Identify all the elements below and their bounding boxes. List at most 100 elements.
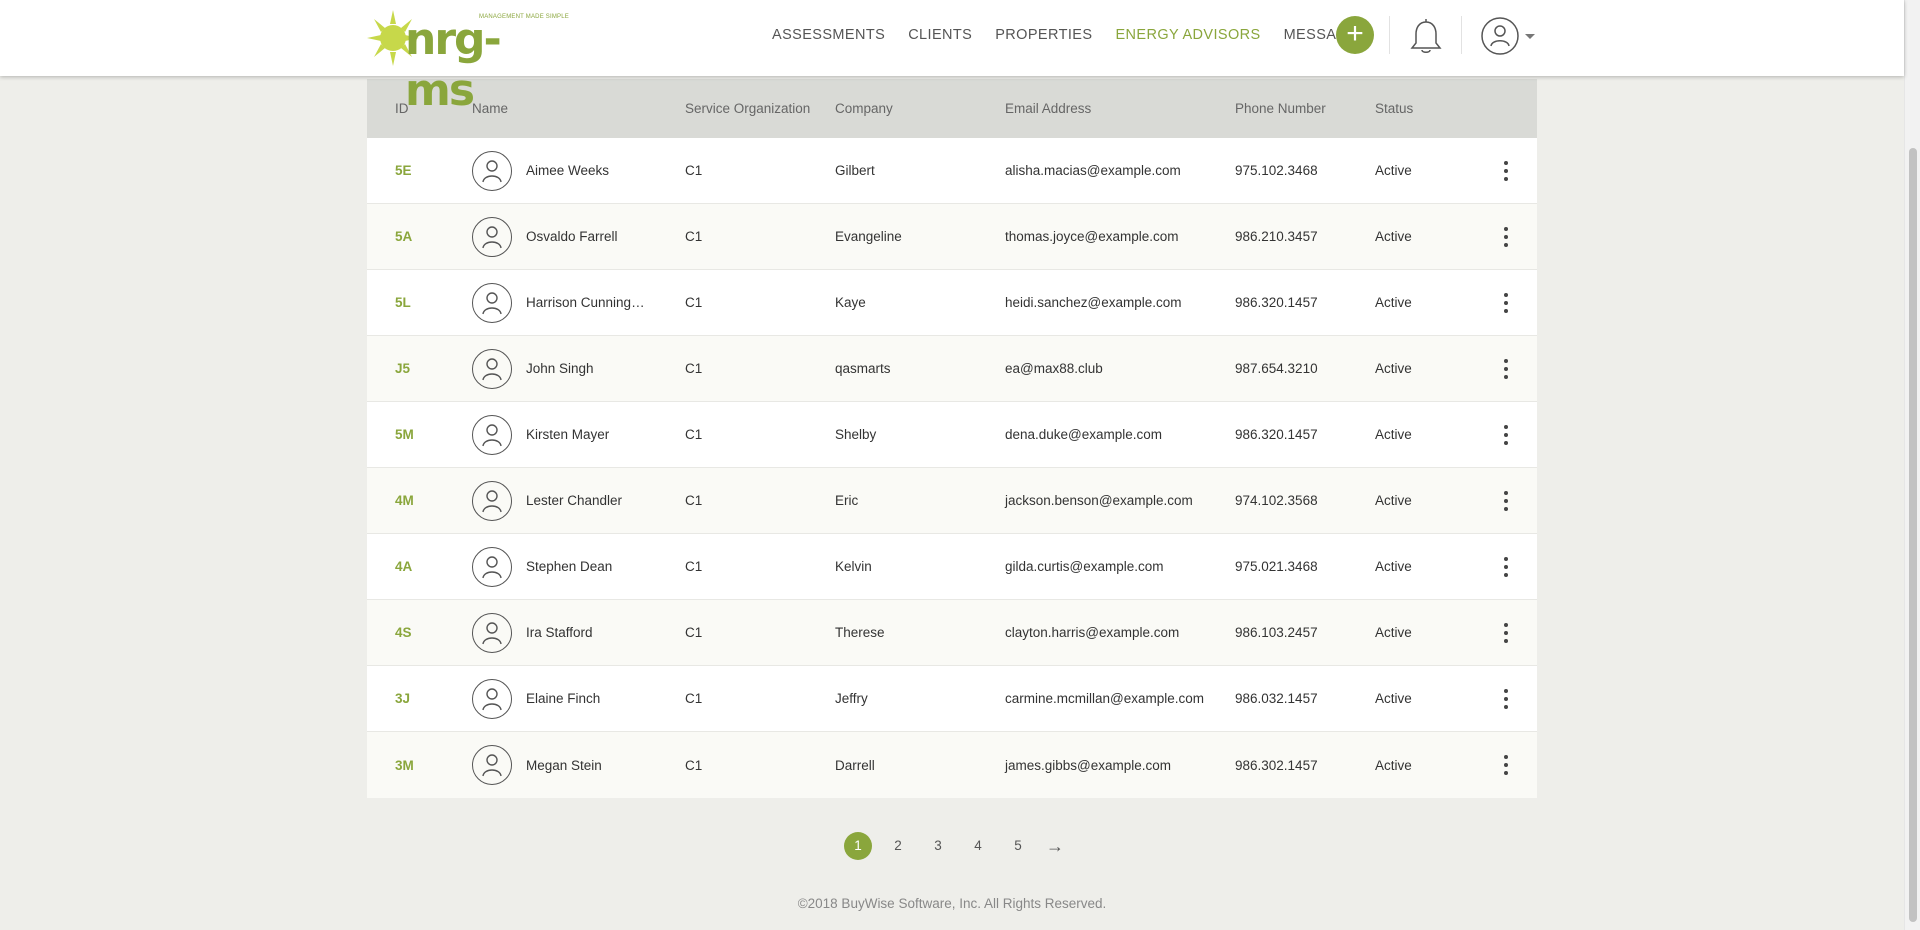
email-cell: heidi.sanchez@example.com [1005, 295, 1182, 310]
advisor-id-link[interactable]: J5 [395, 361, 410, 376]
more-options-icon[interactable] [1496, 423, 1516, 447]
nrg-ms-logo[interactable]: nrg-ms MANAGEMENT MADE SIMPLE [367, 8, 569, 116]
advisor-name: Megan Stein [526, 757, 602, 773]
user-avatar-icon [472, 678, 512, 719]
status-cell: Active [1375, 361, 1412, 376]
user-avatar-icon [472, 216, 512, 257]
company-cell: Gilbert [835, 163, 875, 178]
top-header: nrg-ms MANAGEMENT MADE SIMPLE ASSESSMENT… [0, 0, 1904, 116]
nav-clients[interactable]: CLIENTS [908, 27, 972, 43]
phone-cell: 986.103.2457 [1235, 625, 1318, 640]
advisor-name-cell: Lester Chandler [472, 480, 685, 521]
more-options-icon[interactable] [1496, 225, 1516, 249]
table-row[interactable]: 5E Aimee Weeks C1 Gilbert alisha.macias@exam… [367, 138, 1537, 204]
nav-properties[interactable]: PROPERTIES [995, 27, 1092, 43]
table-row[interactable]: J5 John Singh C1 qasmarts ea@max88.club 987.6… [367, 336, 1537, 402]
advisor-id-link[interactable]: 3J [395, 691, 410, 706]
more-options-icon[interactable] [1496, 159, 1516, 183]
advisor-name: Osvaldo Farrell [526, 229, 618, 244]
table-row[interactable]: 5M Kirsten Mayer C1 Shelby dena.duke@example… [367, 402, 1537, 468]
table-row[interactable]: 4S Ira Stafford C1 Therese clayton.harris@ex… [367, 600, 1537, 666]
email-cell: gilda.curtis@example.com [1005, 559, 1164, 574]
advisor-id-link[interactable]: 4S [395, 625, 412, 640]
email-cell: dena.duke@example.com [1005, 427, 1163, 442]
pagination: 1 2 3 4 5 → [844, 832, 1064, 860]
user-avatar-icon [472, 480, 512, 521]
table-row[interactable]: 3J Elaine Finch C1 Jeffry carmine.mcmillan@e… [367, 666, 1537, 732]
nav-assessments[interactable]: ASSESSMENTS [772, 27, 885, 43]
scrollbar-thumb[interactable] [1909, 148, 1917, 922]
column-header-status[interactable]: Status [1375, 101, 1475, 116]
advisor-id-link[interactable]: 5A [395, 229, 412, 244]
nav-energy-advisors[interactable]: ENERGY ADVISORS [1115, 27, 1260, 43]
notifications-bell-icon[interactable] [1407, 17, 1445, 57]
vertical-scrollbar[interactable] [1904, 0, 1920, 930]
column-header-phone[interactable]: Phone Number [1235, 101, 1375, 116]
user-avatar-icon [472, 612, 512, 653]
user-avatar-icon [472, 546, 512, 587]
page-5-button[interactable]: 5 [1004, 832, 1032, 860]
advisor-id-link[interactable]: 5L [395, 295, 411, 310]
more-options-icon[interactable] [1496, 687, 1516, 711]
status-cell: Active [1375, 691, 1412, 706]
table-row[interactable]: 5A Osvaldo Farrell C1 Evangeline thomas.joyc… [367, 204, 1537, 270]
column-header-email[interactable]: Email Address [1005, 101, 1235, 116]
arrow-right-icon[interactable]: → [1046, 832, 1064, 860]
phone-cell: 986.302.1457 [1235, 757, 1318, 773]
table-row[interactable]: 4A Stephen Dean C1 Kelvin gilda.curtis@examp… [367, 534, 1537, 600]
advisor-name: Kirsten Mayer [526, 427, 610, 442]
company-cell: Shelby [835, 427, 877, 442]
status-cell: Active [1375, 295, 1412, 310]
email-cell: jackson.benson@example.com [1005, 493, 1193, 508]
email-cell: carmine.mcmillan@example.com [1005, 691, 1205, 706]
more-options-icon[interactable] [1496, 357, 1516, 381]
advisor-name: Aimee Weeks [526, 163, 610, 178]
advisor-name-cell: Ira Stafford [472, 612, 685, 653]
page-1-button[interactable]: 1 [844, 832, 872, 860]
more-options-icon[interactable] [1496, 489, 1516, 513]
advisor-name-cell: Stephen Dean [472, 546, 685, 587]
advisor-name-cell: Elaine Finch [472, 678, 685, 719]
main-nav: ASSESSMENTS CLIENTS PROPERTIES ENERGY AD… [772, 0, 1391, 70]
more-options-icon[interactable] [1496, 753, 1516, 777]
table-body: 5E Aimee Weeks C1 Gilbert alisha.macias@exam… [367, 138, 1537, 798]
footer-copyright: ©2018 BuyWise Software, Inc. All Rights … [797, 896, 1107, 911]
more-options-icon[interactable] [1496, 621, 1516, 645]
service-organization-cell: C1 [685, 361, 703, 376]
chevron-down-icon [1525, 34, 1535, 39]
email-cell: thomas.joyce@example.com [1005, 229, 1179, 244]
advisor-name-cell: John Singh [472, 348, 685, 389]
status-cell: Active [1375, 757, 1412, 773]
user-menu[interactable] [1481, 16, 1541, 56]
advisor-id-link[interactable]: 4A [395, 559, 412, 574]
company-cell: Kelvin [835, 559, 872, 574]
advisor-id-link[interactable]: 3M [395, 758, 414, 773]
table-row[interactable]: 4M Lester Chandler C1 Eric jackson.benson@ex… [367, 468, 1537, 534]
advisor-id-link[interactable]: 5M [395, 427, 414, 442]
table-header: ID Name Service Organization Company Ema… [367, 79, 1537, 138]
table-row[interactable]: 5L Harrison Cunningh... C1 Kaye heidi.sanche… [367, 270, 1537, 336]
logo-tagline: MANAGEMENT MADE SIMPLE [479, 14, 569, 20]
add-button[interactable]: + [1336, 16, 1374, 54]
phone-cell: 974.102.3568 [1235, 493, 1318, 508]
company-cell: Kaye [835, 295, 866, 310]
advisor-id-link[interactable]: 4M [395, 493, 414, 508]
advisor-id-link[interactable]: 5E [395, 163, 412, 178]
email-cell: clayton.harris@example.com [1005, 625, 1180, 640]
company-cell: Evangeline [835, 229, 902, 244]
page-2-button[interactable]: 2 [884, 832, 912, 860]
more-options-icon[interactable] [1496, 555, 1516, 579]
advisor-name: Lester Chandler [526, 493, 623, 508]
table-row[interactable]: 3M Megan Stein C1 Darrell james.gibbs@exampl… [367, 732, 1537, 798]
advisor-name-cell: Kirsten Mayer [472, 414, 685, 455]
header-divider [1389, 16, 1390, 54]
phone-cell: 975.102.3468 [1235, 163, 1318, 178]
column-header-company[interactable]: Company [835, 101, 1005, 116]
advisor-name-cell: Aimee Weeks [472, 150, 685, 191]
phone-cell: 986.032.1457 [1235, 691, 1318, 706]
column-header-service-organization[interactable]: Service Organization [685, 101, 835, 116]
advisor-name: Elaine Finch [526, 691, 601, 706]
page-3-button[interactable]: 3 [924, 832, 952, 860]
more-options-icon[interactable] [1496, 291, 1516, 315]
page-4-button[interactable]: 4 [964, 832, 992, 860]
